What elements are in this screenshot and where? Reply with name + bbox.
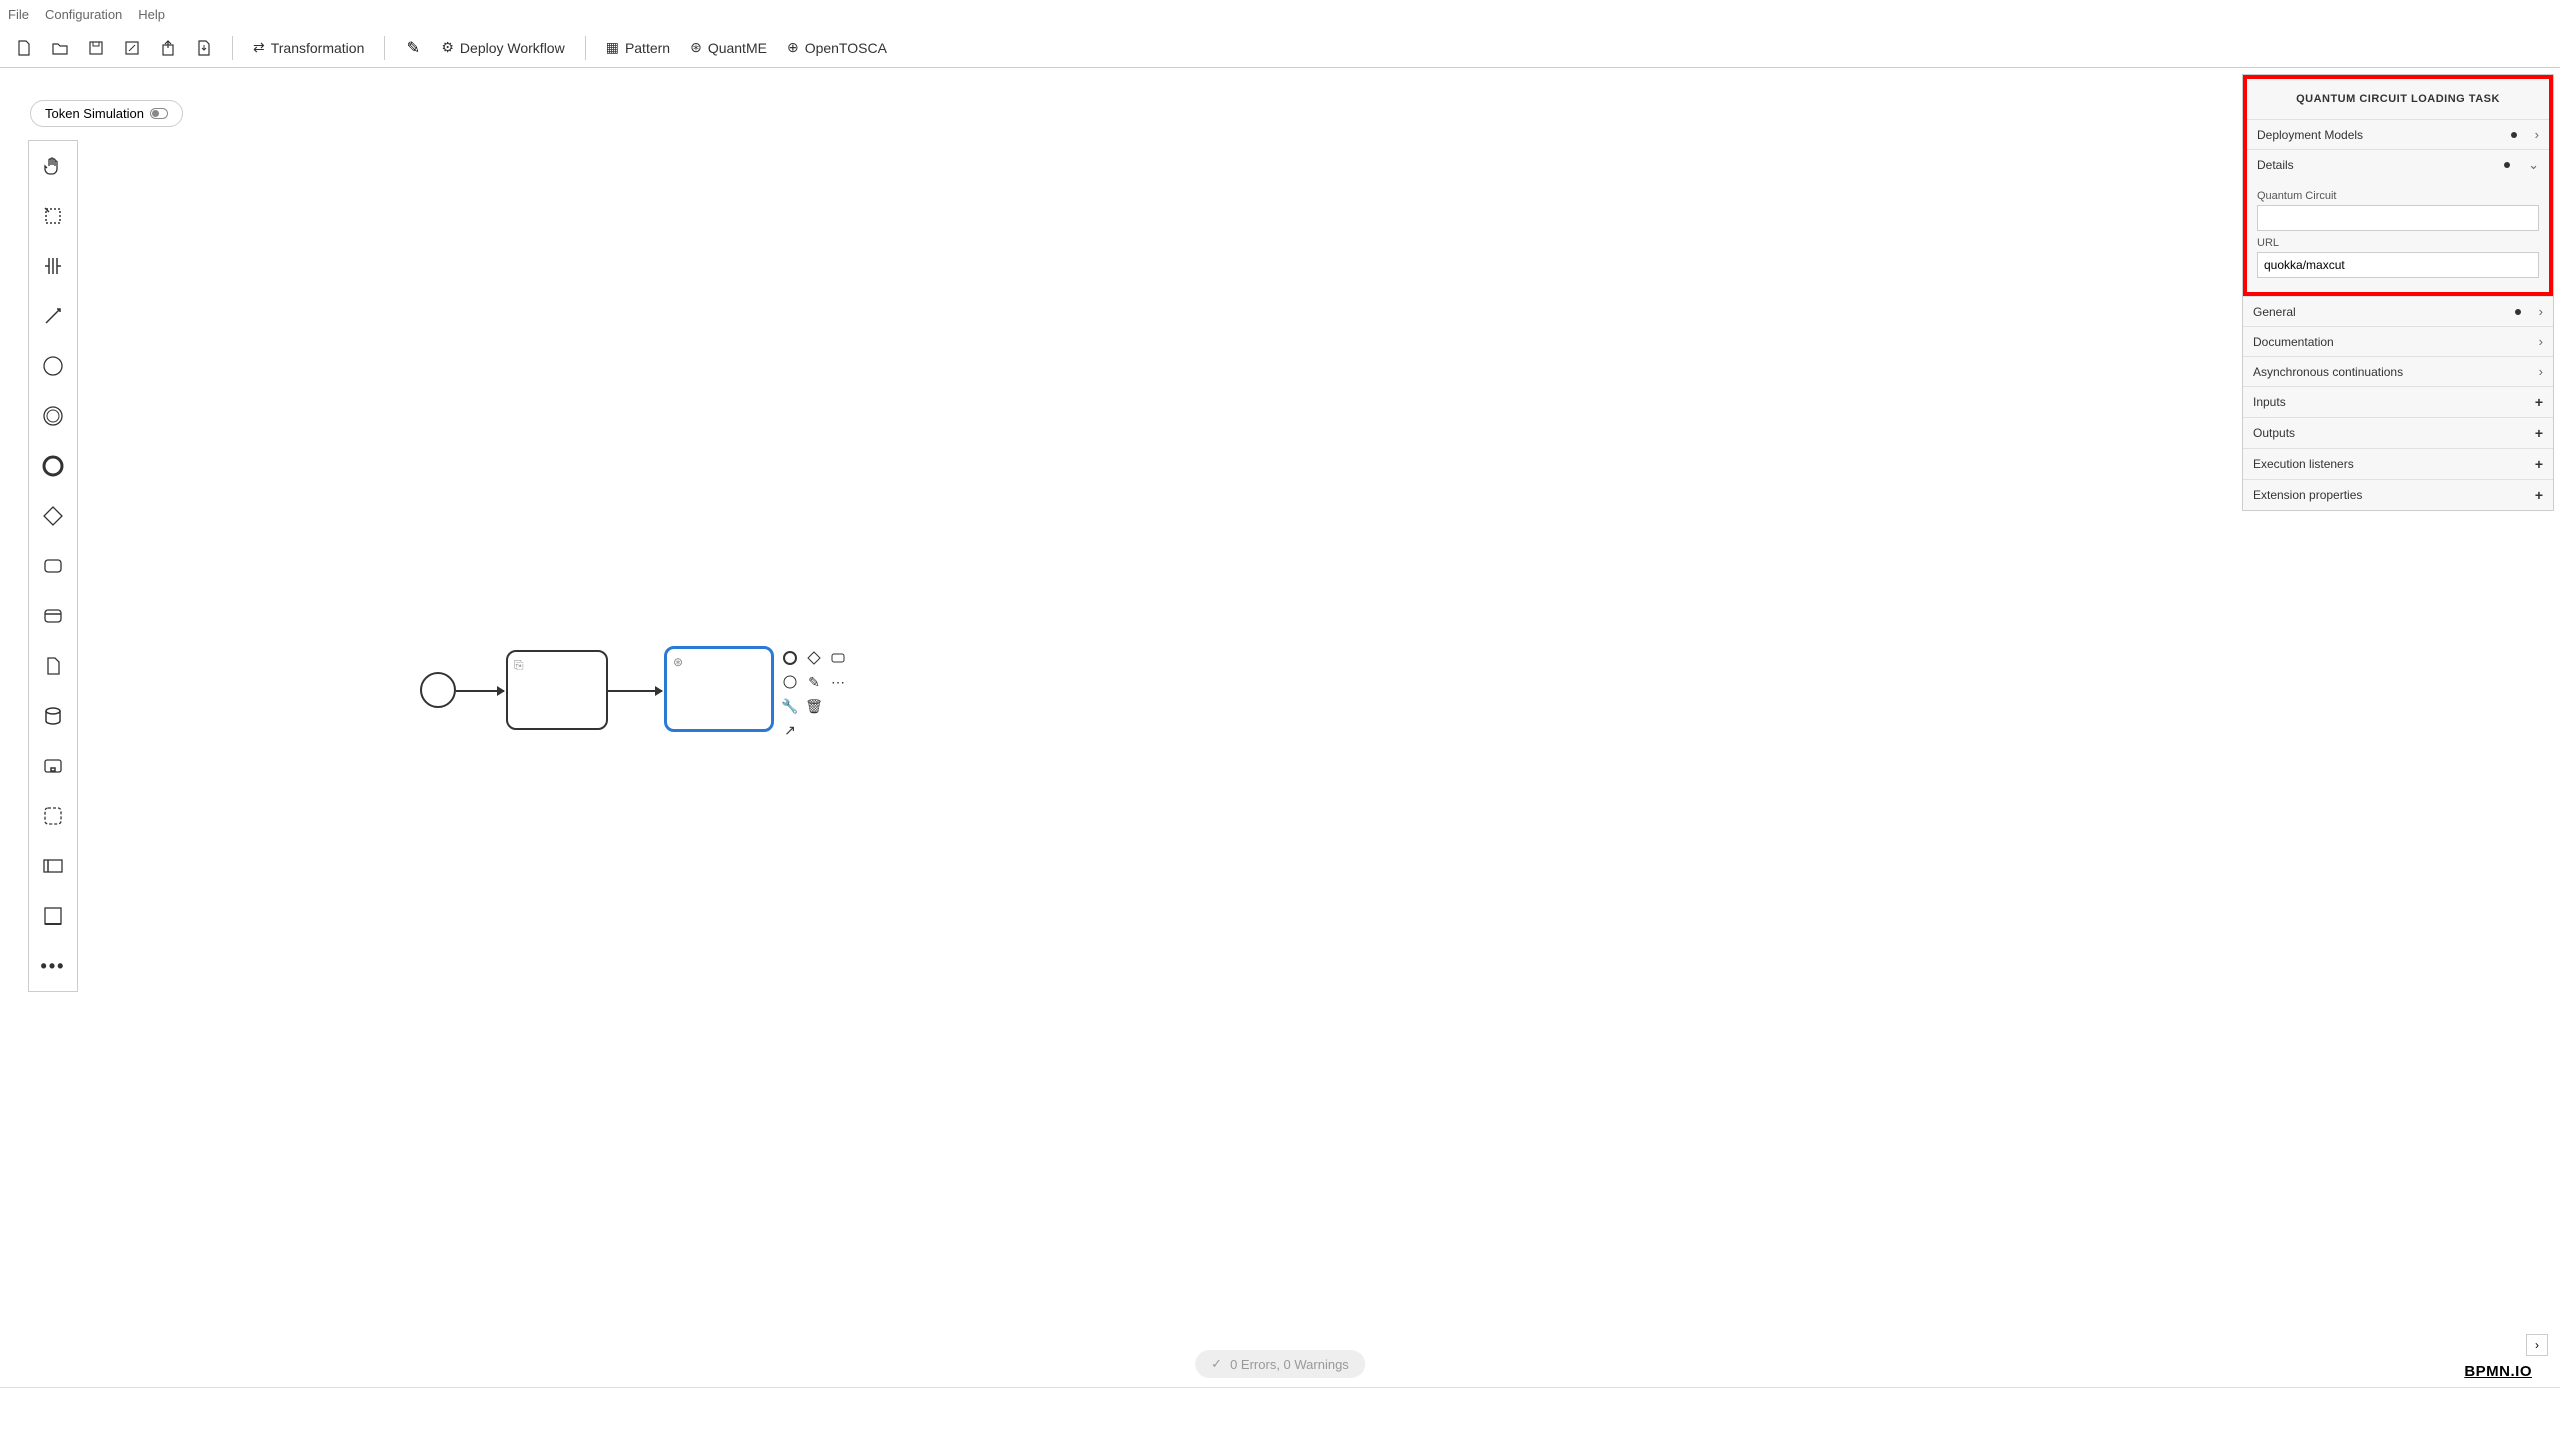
save-button[interactable] <box>80 32 112 64</box>
chevron-right-icon: › <box>2539 364 2543 379</box>
ctx-delete[interactable]: 🗑 <box>804 696 824 716</box>
properties-panel: QUANTUM CIRCUIT LOADING TASK Deployment … <box>2242 74 2554 511</box>
ctx-append-intermediate[interactable] <box>780 672 800 692</box>
ctx-append-task[interactable] <box>828 648 848 668</box>
task-type-icon: ⊛ <box>673 655 683 669</box>
divider <box>0 1387 2560 1388</box>
canvas[interactable]: ⎘ ⊛ ✎ ⋯ 🔧 🗑 ↗ <box>0 68 2560 1440</box>
transformation-button[interactable]: ⇄Transformation <box>245 39 372 56</box>
chevron-right-icon: › <box>2535 1338 2539 1352</box>
quantum-circuit-input[interactable] <box>2257 205 2539 231</box>
quantum-circuit-label: Quantum Circuit <box>2257 190 2539 202</box>
properties-title: QUANTUM CIRCUIT LOADING TASK <box>2247 79 2549 119</box>
ctx-wrench[interactable]: 🔧 <box>780 696 800 716</box>
quantme-button[interactable]: ⊛QuantME <box>682 39 775 56</box>
prop-extension-properties[interactable]: Extension properties + <box>2243 479 2553 510</box>
upload-button[interactable] <box>152 32 184 64</box>
new-file-button[interactable] <box>8 32 40 64</box>
prop-inputs[interactable]: Inputs + <box>2243 386 2553 417</box>
prop-async[interactable]: Asynchronous continuations › <box>2243 356 2553 386</box>
chevron-right-icon: › <box>2539 334 2543 349</box>
deploy-workflow-button[interactable]: ⚙Deploy Workflow <box>433 39 572 56</box>
ctx-append-event[interactable] <box>780 648 800 668</box>
plus-icon[interactable]: + <box>2535 487 2543 503</box>
ctx-more[interactable]: ⋯ <box>828 672 848 692</box>
dot-icon <box>2504 162 2510 168</box>
url-input[interactable] <box>2257 252 2539 278</box>
url-label: URL <box>2257 237 2539 249</box>
status-text: 0 Errors, 0 Warnings <box>1230 1357 1349 1372</box>
opentosca-icon: ⊕ <box>787 39 799 56</box>
menu-bar: File Configuration Help <box>0 0 2560 28</box>
pattern-button[interactable]: ▦Pattern <box>598 39 678 56</box>
plus-icon[interactable]: + <box>2535 456 2543 472</box>
dot-icon <box>2511 132 2517 138</box>
menu-file[interactable]: File <box>8 7 29 22</box>
task-node-1[interactable]: ⎘ <box>506 650 608 730</box>
expand-panel-button[interactable]: › <box>2526 1334 2548 1356</box>
chevron-right-icon: › <box>2535 127 2539 142</box>
opentosca-button[interactable]: ⊕OpenTOSCA <box>779 39 895 56</box>
status-bar[interactable]: ✓ 0 Errors, 0 Warnings <box>1195 1350 1365 1378</box>
transformation-icon: ⇄ <box>253 39 265 56</box>
prop-general[interactable]: General › <box>2243 296 2553 326</box>
ctx-append-gateway[interactable] <box>804 648 824 668</box>
toolbar: ⇄Transformation ✎ ⚙Deploy Workflow ▦Patt… <box>0 28 2560 68</box>
plus-icon[interactable]: + <box>2535 425 2543 441</box>
sequence-flow[interactable] <box>608 690 662 692</box>
magic-wand-button[interactable]: ✎ <box>397 32 429 64</box>
toolbar-separator <box>585 36 586 60</box>
dot-icon <box>2515 309 2521 315</box>
edit-button[interactable] <box>116 32 148 64</box>
toolbar-separator <box>384 36 385 60</box>
plus-icon[interactable]: + <box>2535 394 2543 410</box>
open-file-button[interactable] <box>44 32 76 64</box>
prop-execution-listeners[interactable]: Execution listeners + <box>2243 448 2553 479</box>
gear-icon: ⚙ <box>441 39 454 56</box>
pattern-icon: ▦ <box>606 39 619 56</box>
ctx-annotation[interactable]: ✎ <box>804 672 824 692</box>
bpmnio-link[interactable]: BPMN.IO <box>2464 1363 2532 1380</box>
chevron-down-icon: ⌄ <box>2528 157 2539 173</box>
task-node-selected[interactable]: ⊛ <box>664 646 774 732</box>
start-event[interactable] <box>420 672 456 708</box>
chevron-right-icon: › <box>2539 304 2543 319</box>
context-pad: ✎ ⋯ 🔧 🗑 ↗ <box>780 648 848 740</box>
wand-icon: ✎ <box>407 38 420 58</box>
ctx-connect[interactable]: ↗ <box>780 720 800 740</box>
download-button[interactable] <box>188 32 220 64</box>
menu-configuration[interactable]: Configuration <box>45 7 122 22</box>
prop-documentation[interactable]: Documentation › <box>2243 326 2553 356</box>
quantme-icon: ⊛ <box>690 39 702 56</box>
sequence-flow[interactable] <box>456 690 504 692</box>
check-icon: ✓ <box>1211 1356 1222 1372</box>
prop-details[interactable]: Details ⌄ <box>2247 149 2549 180</box>
menu-help[interactable]: Help <box>138 7 165 22</box>
properties-highlighted-section: QUANTUM CIRCUIT LOADING TASK Deployment … <box>2243 75 2553 296</box>
toolbar-separator <box>232 36 233 60</box>
task-type-icon: ⎘ <box>514 658 524 673</box>
prop-deployment-models[interactable]: Deployment Models › <box>2247 119 2549 149</box>
details-body: Quantum Circuit URL <box>2247 180 2549 288</box>
prop-outputs[interactable]: Outputs + <box>2243 417 2553 448</box>
